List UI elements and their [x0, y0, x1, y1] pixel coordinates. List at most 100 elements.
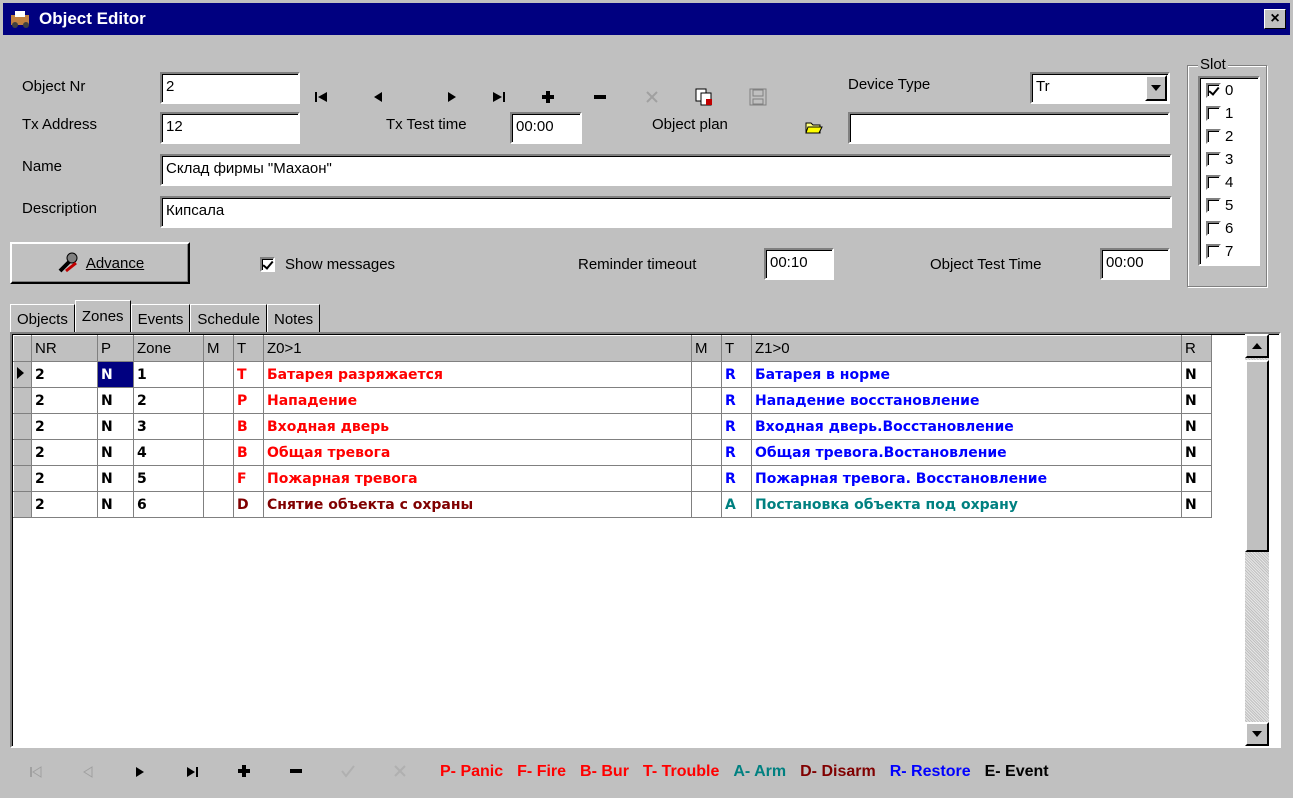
table-cell[interactable]: [203, 491, 234, 518]
table-cell[interactable]: [203, 439, 234, 466]
object-plan-field[interactable]: [848, 112, 1170, 144]
table-cell[interactable]: 2: [31, 465, 98, 492]
table-cell[interactable]: 5: [133, 465, 204, 492]
column-header[interactable]: Z0>1: [263, 335, 692, 362]
table-row[interactable]: 2 N 6 D Снятие объекта с охраны A Постановка о…: [13, 491, 1212, 518]
table-cell[interactable]: 2: [31, 387, 98, 414]
cancel-edit-icon[interactable]: [374, 762, 426, 783]
column-header[interactable]: M: [691, 335, 722, 362]
slot-checkbox[interactable]: [1206, 198, 1221, 213]
slot-checkbox[interactable]: [1206, 83, 1221, 98]
reminder-timeout-field[interactable]: 00:10: [764, 248, 834, 280]
table-cell[interactable]: Пожарная тревога. Восстановление: [751, 465, 1182, 492]
table-cell[interactable]: N: [1181, 465, 1212, 492]
table-cell[interactable]: Входная дверь: [263, 413, 692, 440]
cancel-edit-icon[interactable]: [640, 86, 664, 108]
slot-item[interactable]: 1: [1206, 105, 1233, 122]
advance-button[interactable]: Advance: [10, 242, 190, 284]
table-cell[interactable]: N: [97, 361, 134, 388]
table-cell[interactable]: 2: [133, 387, 204, 414]
vertical-scrollbar[interactable]: [1245, 334, 1269, 746]
table-cell[interactable]: B: [233, 413, 264, 440]
slot-checkbox[interactable]: [1206, 152, 1221, 167]
table-cell[interactable]: N: [1181, 361, 1212, 388]
table-row[interactable]: 2 N 4 B Общая тревога R Общая тревога.Востанов…: [13, 439, 1212, 466]
column-header[interactable]: Zone: [133, 335, 204, 362]
table-cell[interactable]: D: [233, 491, 264, 518]
delete-record-icon[interactable]: [270, 762, 322, 783]
slot-checkbox[interactable]: [1206, 129, 1221, 144]
table-cell[interactable]: Снятие объекта с охраны: [263, 491, 692, 518]
table-cell[interactable]: [203, 361, 234, 388]
table-cell[interactable]: Входная дверь.Восстановление: [751, 413, 1182, 440]
scroll-thumb[interactable]: [1245, 360, 1269, 552]
first-record-icon[interactable]: [10, 762, 62, 783]
column-header[interactable]: Z1>0: [751, 335, 1182, 362]
table-cell[interactable]: N: [97, 413, 134, 440]
table-cell[interactable]: Батарея разряжается: [263, 361, 692, 388]
table-cell[interactable]: 4: [133, 439, 204, 466]
table-cell[interactable]: A: [721, 491, 752, 518]
device-type-select[interactable]: Tr: [1030, 72, 1170, 104]
table-cell[interactable]: N: [97, 491, 134, 518]
table-row[interactable]: 2 N 2 P Нападение R Нападение восстановление N: [13, 387, 1212, 414]
table-cell[interactable]: Нападение: [263, 387, 692, 414]
prior-record-icon[interactable]: [62, 762, 114, 783]
column-header[interactable]: T: [721, 335, 752, 362]
column-header[interactable]: R: [1181, 335, 1212, 362]
table-cell[interactable]: R: [721, 439, 752, 466]
row-indicator[interactable]: [13, 491, 32, 518]
slot-checkbox[interactable]: [1206, 244, 1221, 259]
table-cell[interactable]: B: [233, 439, 264, 466]
table-cell[interactable]: [203, 387, 234, 414]
show-messages-checkbox[interactable]: Show messages: [260, 256, 395, 273]
table-cell[interactable]: N: [97, 465, 134, 492]
insert-record-icon[interactable]: [536, 86, 560, 108]
table-cell[interactable]: R: [721, 387, 752, 414]
description-field[interactable]: Кипсала: [160, 196, 1172, 228]
slot-item[interactable]: 2: [1206, 128, 1233, 145]
table-cell[interactable]: 6: [133, 491, 204, 518]
slot-checkbox[interactable]: [1206, 175, 1221, 190]
table-cell[interactable]: N: [1181, 439, 1212, 466]
current-row-indicator-icon[interactable]: [13, 361, 32, 388]
column-header[interactable]: P: [97, 335, 134, 362]
tx-test-time-field[interactable]: 00:00: [510, 112, 582, 144]
tab-schedule[interactable]: Schedule: [190, 304, 267, 332]
last-record-icon[interactable]: [486, 86, 510, 108]
row-indicator[interactable]: [13, 413, 32, 440]
row-indicator[interactable]: [13, 465, 32, 492]
table-cell[interactable]: 3: [133, 413, 204, 440]
insert-record-icon[interactable]: [218, 762, 270, 783]
table-cell[interactable]: F: [233, 465, 264, 492]
table-cell[interactable]: 2: [31, 361, 98, 388]
table-cell[interactable]: R: [721, 465, 752, 492]
table-row[interactable]: 2 N 1 T Батарея разряжается R Батарея в норме N: [13, 361, 1212, 388]
table-cell[interactable]: [203, 413, 234, 440]
table-cell[interactable]: [203, 465, 234, 492]
first-record-icon[interactable]: [310, 86, 334, 108]
table-cell[interactable]: [691, 439, 722, 466]
table-row[interactable]: 2 N 3 B Входная дверь R Входная дверь.Восстано…: [13, 413, 1212, 440]
slot-item[interactable]: 3: [1206, 151, 1233, 168]
table-cell[interactable]: N: [1181, 413, 1212, 440]
slot-item[interactable]: 0: [1206, 82, 1233, 99]
save-record-icon[interactable]: [746, 86, 770, 108]
table-cell[interactable]: P: [233, 387, 264, 414]
table-cell[interactable]: R: [721, 361, 752, 388]
slot-checkbox[interactable]: [1206, 221, 1221, 236]
table-cell[interactable]: Общая тревога.Востановление: [751, 439, 1182, 466]
table-cell[interactable]: N: [1181, 491, 1212, 518]
table-cell[interactable]: Нападение восстановление: [751, 387, 1182, 414]
row-indicator[interactable]: [13, 439, 32, 466]
show-messages-check[interactable]: [260, 257, 275, 272]
tab-objects[interactable]: Objects: [10, 304, 75, 332]
table-cell[interactable]: T: [233, 361, 264, 388]
slot-checkbox[interactable]: [1206, 106, 1221, 121]
slot-item[interactable]: 5: [1206, 197, 1233, 214]
table-cell[interactable]: N: [97, 439, 134, 466]
table-cell[interactable]: Общая тревога: [263, 439, 692, 466]
folder-open-icon[interactable]: [802, 116, 826, 138]
column-header[interactable]: M: [203, 335, 234, 362]
slot-item[interactable]: 6: [1206, 220, 1233, 237]
